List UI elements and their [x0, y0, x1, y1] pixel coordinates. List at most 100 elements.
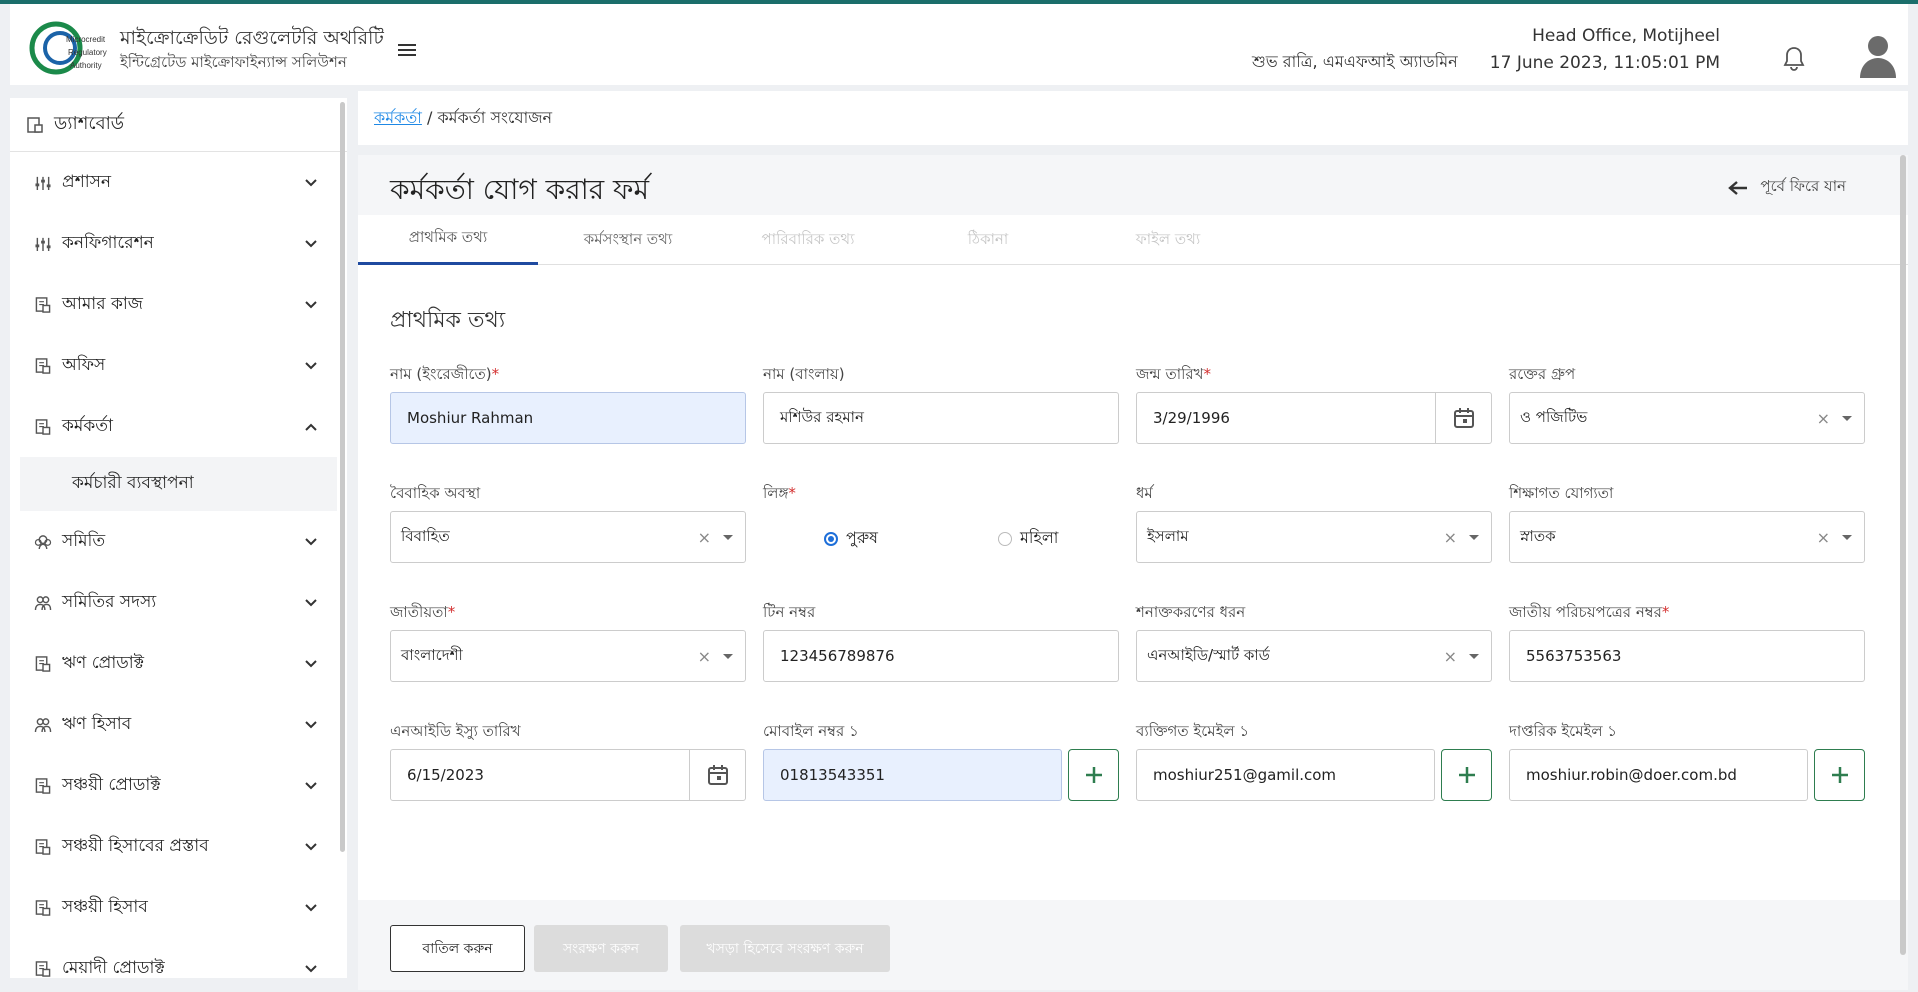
document-icon — [35, 655, 51, 672]
sidebar-item-dashboard[interactable]: ড্যাশবোর্ড — [10, 98, 347, 152]
chevron-down-icon[interactable] — [305, 239, 317, 248]
add-personal-email-button[interactable] — [1441, 749, 1492, 801]
sidebar-item-label: সমিতির সদস্য — [62, 591, 157, 612]
group-icon — [34, 534, 52, 549]
nid-issue-input[interactable]: 6/15/2023 — [390, 749, 746, 801]
sidebar-item-7[interactable]: ঋণ প্রোডাক্ট — [10, 633, 347, 694]
breadcrumb-bar: কর্মকর্তা / কর্মকর্তা সংযোজন — [358, 91, 1908, 145]
main-form-card: কর্মকর্তা যোগ করার ফর্ম পূর্বে ফিরে যান … — [358, 155, 1908, 990]
section-title: প্রাথমিক তথ্য — [390, 308, 506, 333]
sidebar-item-label: অফিস — [62, 354, 106, 375]
sidebar-subitem-employee-management[interactable]: কর্মচারী ব্যবস্থাপনা — [20, 457, 337, 511]
marital-select[interactable]: বিবাহিত × — [390, 511, 746, 563]
tin-input[interactable]: 123456789876 — [763, 630, 1119, 682]
chevron-down-icon[interactable] — [305, 361, 317, 370]
chevron-down-icon[interactable] — [305, 659, 317, 668]
chevron-down-icon[interactable] — [305, 903, 317, 912]
nationality-select[interactable]: বাংলাদেশী × — [390, 630, 746, 682]
sidebar-item-0[interactable]: প্রশাসন — [10, 152, 347, 213]
calendar-icon[interactable] — [689, 750, 745, 800]
mobile-input[interactable]: 01813543351 — [763, 749, 1062, 801]
clear-icon[interactable]: × — [698, 528, 711, 547]
sliders-icon — [35, 176, 51, 190]
chevron-down-icon[interactable] — [305, 300, 317, 309]
name-en-input[interactable]: Moshiur Rahman — [390, 392, 746, 444]
sidebar-item-label: সঞ্চয়ী হিসাবের প্রস্তাব — [62, 835, 209, 856]
chevron-down-icon[interactable] — [305, 537, 317, 546]
clear-icon[interactable]: × — [1817, 409, 1830, 428]
save-button[interactable]: সংরক্ষণ করুন — [534, 925, 668, 972]
education-select[interactable]: স্নাতক × — [1509, 511, 1865, 563]
add-office-email-button[interactable] — [1814, 749, 1865, 801]
religion-select[interactable]: ইসলাম × — [1136, 511, 1492, 563]
sidebar-item-4[interactable]: কর্মকর্তা — [10, 396, 347, 457]
calendar-icon[interactable] — [1435, 393, 1491, 443]
sidebar-item-9[interactable]: সঞ্চয়ী প্রোডাক্ট — [10, 755, 347, 816]
chevron-down-icon[interactable] — [305, 781, 317, 790]
id-type-select[interactable]: এনআইডি/স্মার্ট কার্ড × — [1136, 630, 1492, 682]
clear-icon[interactable]: × — [698, 647, 711, 666]
name-bn-input[interactable]: মশিউর রহমান — [763, 392, 1119, 444]
tab-family-info[interactable]: পারিবারিক তথ্য — [718, 215, 898, 265]
clear-icon[interactable]: × — [1444, 528, 1457, 547]
notification-bell-icon[interactable] — [1782, 46, 1806, 72]
main-scrollbar[interactable] — [1900, 155, 1906, 955]
sidebar-item-2[interactable]: আমার কাজ — [10, 274, 347, 335]
sidebar-item-8[interactable]: ঋণ হিসাব — [10, 694, 347, 755]
sidebar-item-label: আমার কাজ — [62, 293, 143, 314]
clear-icon[interactable]: × — [1817, 528, 1830, 547]
sidebar-item-10[interactable]: সঞ্চয়ী হিসাবের প্রস্তাব — [10, 816, 347, 877]
tab-address[interactable]: ঠিকানা — [898, 215, 1078, 265]
name-bn-label: নাম (বাংলায়) — [763, 365, 845, 383]
sidebar-item-5[interactable]: সমিতি — [10, 511, 347, 572]
sidebar-item-label: সমিতি — [62, 530, 106, 551]
sidebar-item-6[interactable]: সমিতির সদস্য — [10, 572, 347, 633]
gender-radio-male[interactable]: পুরুষ — [824, 525, 878, 552]
chevron-down-icon[interactable] — [305, 964, 317, 973]
gender-radio-female[interactable]: মহিলা — [998, 525, 1058, 552]
breadcrumb-link-officer[interactable]: কর্মকর্তা — [374, 108, 422, 127]
personal-email-input[interactable]: moshiur251@gamil.com — [1136, 749, 1435, 801]
back-button[interactable]: পূর্বে ফিরে যান — [1728, 175, 1846, 200]
radio-unselected — [998, 531, 1012, 546]
add-mobile-button[interactable] — [1068, 749, 1119, 801]
chevron-down-icon[interactable] — [1842, 415, 1852, 421]
form-header: কর্মকর্তা যোগ করার ফর্ম পূর্বে ফিরে যান — [358, 155, 1908, 215]
tab-employment-info[interactable]: কর্মসংস্থান তথ্য — [538, 215, 718, 265]
dob-input[interactable]: 3/29/1996 — [1136, 392, 1492, 444]
chevron-down-icon[interactable] — [723, 653, 733, 659]
hamburger-menu-icon[interactable] — [398, 44, 416, 58]
user-avatar-icon[interactable] — [1858, 32, 1898, 78]
chevron-down-icon[interactable] — [1469, 653, 1479, 659]
chevron-down-icon[interactable] — [1842, 534, 1852, 540]
blood-group-label: রক্তের গ্রুপ — [1509, 365, 1576, 383]
blood-group-select[interactable]: ও পজিটিভ × — [1509, 392, 1865, 444]
nid-label: জাতীয় পরিচয়পত্রের নম্বর* — [1509, 603, 1670, 621]
svg-text:Microcredit: Microcredit — [66, 35, 106, 44]
sidebar-item-label: ঋণ হিসাব — [62, 713, 132, 734]
mra-logo: Microcredit Regulatory Authority — [29, 21, 107, 75]
save-draft-button[interactable]: খসড়া হিসেবে সংরক্ষণ করুন — [680, 925, 890, 972]
chevron-down-icon[interactable] — [1469, 534, 1479, 540]
tab-basic-info[interactable]: প্রাথমিক তথ্য — [358, 215, 538, 265]
document-icon — [35, 838, 51, 855]
nid-input[interactable]: 5563753563 — [1509, 630, 1865, 682]
chevron-down-icon[interactable] — [305, 598, 317, 607]
chevron-down-icon[interactable] — [305, 842, 317, 851]
sidebar-item-label: প্রশাসন — [62, 171, 112, 192]
id-type-label: শনাক্তকরণের ধরন — [1136, 603, 1246, 621]
sidebar-item-11[interactable]: সঞ্চয়ী হিসাব — [10, 877, 347, 938]
sidebar-scrollbar[interactable] — [340, 102, 345, 852]
sidebar-item-3[interactable]: অফিস — [10, 335, 347, 396]
chevron-down-icon[interactable] — [723, 534, 733, 540]
chevron-down-icon[interactable] — [305, 720, 317, 729]
sidebar-item-1[interactable]: কনফিগারেশন — [10, 213, 347, 274]
chevron-up-icon[interactable] — [305, 423, 317, 431]
nationality-label: জাতীয়তা* — [390, 603, 456, 621]
office-email-input[interactable]: moshiur.robin@doer.com.bd — [1509, 749, 1808, 801]
clear-icon[interactable]: × — [1444, 647, 1457, 666]
chevron-down-icon[interactable] — [305, 178, 317, 187]
cancel-button[interactable]: বাতিল করুন — [390, 925, 525, 972]
sidebar-item-12[interactable]: মেয়াদী প্রোডাক্ট — [10, 938, 347, 978]
tab-file-info[interactable]: ফাইল তথ্য — [1078, 215, 1258, 265]
